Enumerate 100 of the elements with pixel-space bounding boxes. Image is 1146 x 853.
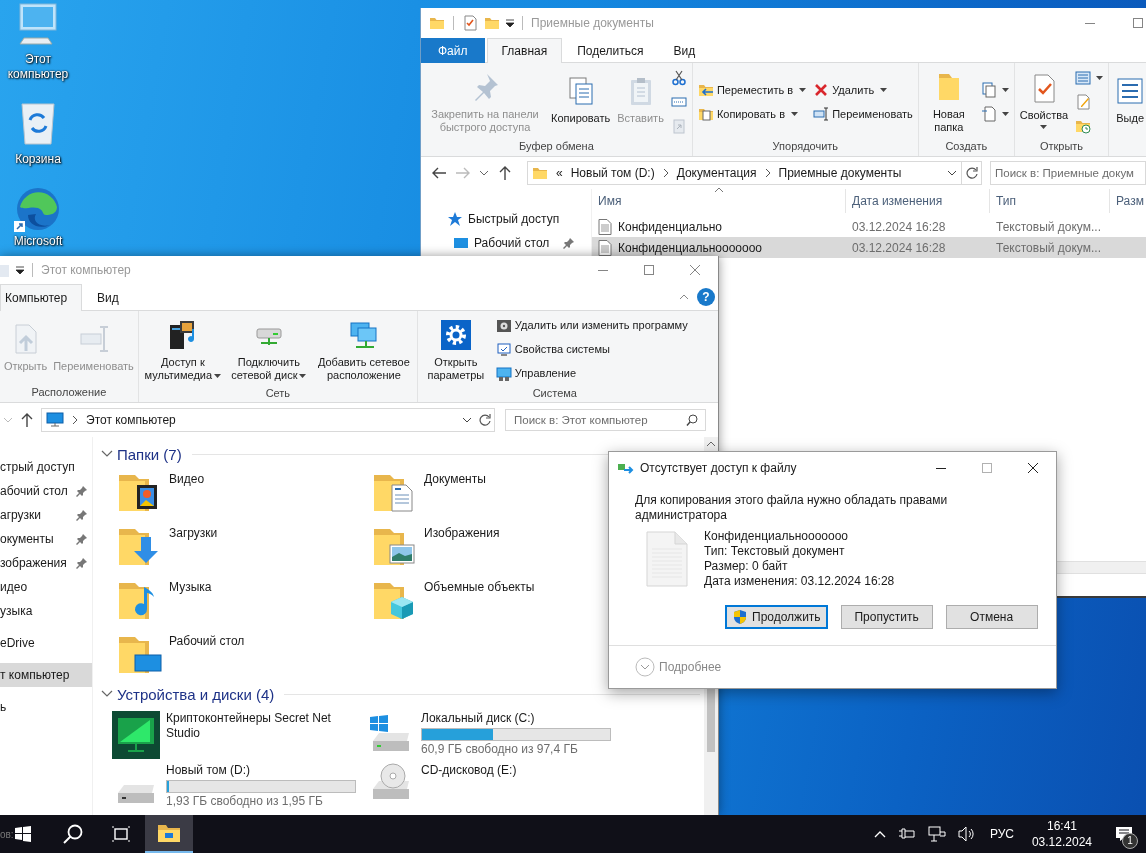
nav-item[interactable]: узыка [0, 599, 92, 623]
nav-item[interactable]: зображения [0, 551, 92, 575]
ribbon-button[interactable]: Удалить [810, 79, 916, 101]
nav-item[interactable]: стрый доступ [0, 455, 92, 479]
check-page-icon[interactable] [462, 15, 478, 31]
nav-item[interactable]: ь [0, 695, 92, 719]
ribbon-button[interactable]: Свойства системы [492, 338, 691, 361]
section-title[interactable]: Устройства и диски (4) [117, 685, 275, 703]
ribbon-tab[interactable]: Компьютер [0, 284, 83, 311]
nav-item[interactable]: абочий стол [0, 479, 92, 503]
taskbar-button[interactable] [144, 815, 193, 853]
chevron-down-icon[interactable] [101, 690, 113, 698]
search-field[interactable]: Поиск в: Приемные докум [990, 161, 1146, 185]
folder-item[interactable]: Видео [115, 465, 370, 519]
refresh-button[interactable] [962, 161, 982, 185]
dropdown-caret-icon[interactable] [947, 170, 957, 176]
ribbon-button[interactable]: Свойства [1016, 66, 1072, 132]
group-label: Система [531, 386, 578, 401]
nav-item[interactable]: окументы [0, 527, 92, 551]
ribbon-tab[interactable]: Главная [486, 38, 563, 63]
up-icon[interactable] [497, 165, 513, 181]
folder-item[interactable]: Рабочий стол [115, 627, 370, 681]
nav-item[interactable]: Быстрый доступ [421, 207, 591, 231]
ribbon-button[interactable]: Удалить или изменить программу [492, 314, 691, 337]
shortcut-label: Этот компьютер [6, 52, 70, 82]
ribbon-tab[interactable]: Поделиться [562, 38, 659, 63]
chevron-up-icon[interactable] [873, 830, 886, 838]
device-label[interactable]: Новый том (D:) [166, 763, 351, 778]
clock[interactable]: 16:41 03.12.2024 [1021, 818, 1102, 850]
ribbon-button[interactable]: Копировать [548, 66, 614, 132]
notification-count: 1 [1122, 833, 1138, 849]
column-header[interactable]: Разм [1110, 189, 1146, 213]
scroll-up-icon[interactable] [707, 441, 715, 446]
ribbon-tab[interactable]: Вид [82, 284, 134, 311]
section-title[interactable]: Папки (7) [117, 445, 182, 463]
device-label[interactable]: Криптоконтейнеры Secret Net Studio [166, 711, 351, 741]
shortcut-label: Корзина [15, 152, 61, 167]
refresh-icon [965, 167, 978, 179]
dialog-button[interactable]: Отмена [945, 605, 1038, 629]
file-tab[interactable]: Файл [421, 38, 485, 63]
dropdown-caret-icon[interactable] [462, 417, 472, 423]
monitor-icon [46, 412, 64, 428]
folder-item[interactable]: Загрузки [115, 519, 370, 573]
details-toggle[interactable]: Подробнее [635, 657, 722, 677]
file-row[interactable]: Конфиденциальнооооооо 03.12.2024 16:28 Текстовый докум... [592, 237, 1146, 258]
folder-item[interactable]: Музыка [115, 573, 370, 627]
column-header[interactable]: Тип [990, 189, 1110, 213]
file-row[interactable]: Конфиденциально 03.12.2024 16:28 Текстовый докум... [592, 216, 1146, 237]
back-icon[interactable] [431, 165, 447, 181]
up-icon[interactable] [19, 412, 35, 428]
device-label[interactable]: CD-дисковод (E:) [421, 763, 517, 778]
dialog-button[interactable]: Продолжить [725, 605, 828, 629]
nav-item[interactable]: eDrive [0, 631, 92, 655]
speaker-icon[interactable] [957, 826, 976, 842]
window-title: Этот компьютер [41, 263, 132, 277]
device-label[interactable]: Локальный диск (C:) [421, 711, 606, 726]
nav-item[interactable]: агрузки [0, 503, 92, 527]
ribbon-button[interactable]: Открыть параметры [418, 314, 493, 385]
ribbon-tab[interactable]: Вид [658, 38, 711, 63]
ribbon-button[interactable]: Новая папка [920, 66, 977, 137]
address-bar[interactable]: Этот компьютер [41, 408, 477, 432]
network-icon[interactable] [927, 826, 946, 842]
plug-icon[interactable] [897, 827, 916, 841]
sort-caret-icon [714, 187, 724, 193]
notepad-icon [1075, 70, 1092, 86]
dialog-button[interactable]: Пропустить [840, 605, 933, 629]
overflow-crumb[interactable]: « [556, 166, 563, 180]
refresh-button[interactable] [475, 408, 495, 432]
language-indicator[interactable]: РУС [981, 827, 1022, 841]
address-bar[interactable]: « Новый том (D:) Документация Приемные документы [527, 161, 962, 185]
recent-caret-icon[interactable] [479, 170, 489, 176]
ribbon-button[interactable]: Выде [1111, 66, 1146, 132]
ribbon-button[interactable]: Подключить сетевой диск [225, 314, 312, 385]
cross-icon [813, 82, 830, 98]
file-detail: Дата изменения: 03.12.2024 16:28 [704, 574, 895, 589]
search-field[interactable]: Поиск в: Этот компьютер [505, 409, 706, 431]
address-crumb[interactable]: Документация [676, 166, 757, 180]
nav-item[interactable]: идео [0, 575, 92, 599]
ribbon-button[interactable]: Управление [492, 362, 691, 385]
address-crumb[interactable]: Приемные документы [778, 166, 902, 180]
nav-item[interactable]: Рабочий стол [421, 231, 591, 255]
table-cell-text: Текстовый докум... [995, 219, 1102, 234]
column-header[interactable]: Дата изменения [846, 189, 990, 213]
column-header[interactable]: Имя [592, 189, 846, 213]
nav-item[interactable]: т компьютер [0, 663, 92, 687]
ribbon-button[interactable]: Переименовать [810, 103, 916, 125]
ribbon-button[interactable]: Доступ к мультимедиа [139, 314, 226, 385]
address-crumb[interactable]: Новый том (D:) [570, 166, 655, 180]
notifications-button[interactable]: 1 [1102, 815, 1146, 853]
help-button[interactable]: ? [697, 288, 715, 306]
ribbon-button[interactable]: Добавить сетевое расположение [311, 314, 416, 385]
ribbon-button[interactable]: Переместить в [694, 79, 810, 101]
chevron-down-icon[interactable] [101, 450, 113, 458]
swirl-icon [14, 185, 62, 233]
address-crumb[interactable]: Этот компьютер [86, 413, 176, 427]
dropdown-icon[interactable] [506, 19, 514, 27]
dropdown-icon[interactable] [16, 266, 24, 274]
ribbon-button[interactable]: Копировать в [694, 103, 810, 125]
document-icon [645, 531, 689, 587]
collapse-ribbon-icon[interactable] [679, 294, 689, 300]
